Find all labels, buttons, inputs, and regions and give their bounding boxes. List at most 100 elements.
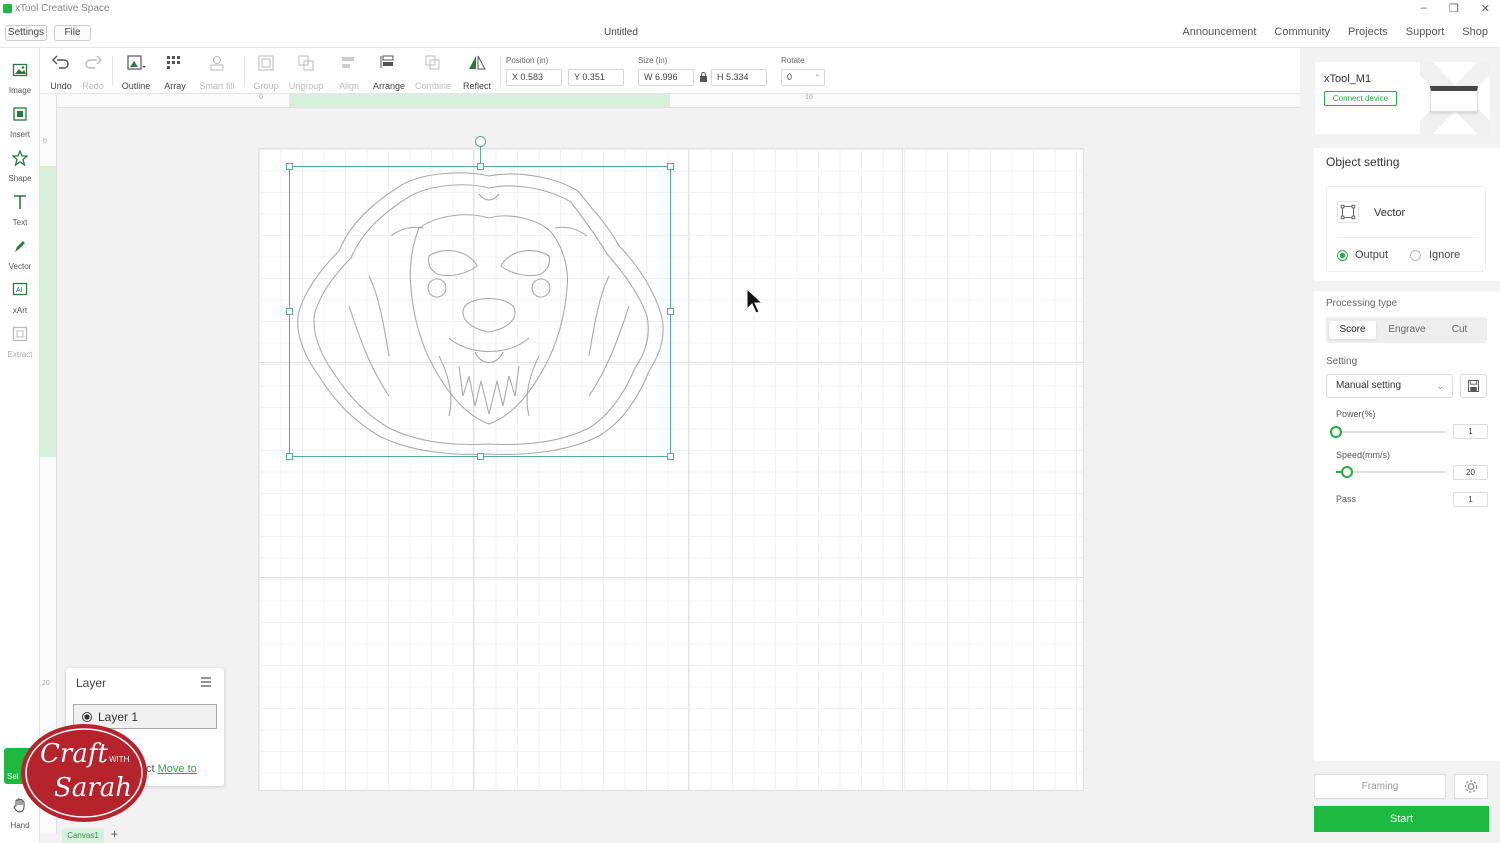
extract-tool-label: Extract <box>7 350 33 359</box>
position-x-input[interactable]: X 0.583 <box>506 69 562 86</box>
group-label: Group <box>253 81 279 91</box>
undo-button[interactable]: Undo <box>48 54 74 94</box>
group-button[interactable]: Group <box>252 54 280 94</box>
support-link[interactable]: Support <box>1406 26 1445 38</box>
power-slider-knob[interactable] <box>1330 426 1342 438</box>
resize-handle-bottom-left[interactable] <box>286 453 293 460</box>
community-link[interactable]: Community <box>1274 26 1330 38</box>
minimize-icon[interactable]: – <box>1421 2 1427 15</box>
processing-cut-option[interactable]: Cut <box>1436 321 1483 339</box>
combine-label: Combine <box>414 81 452 91</box>
setting-dropdown[interactable]: Manual setting ⌄ <box>1326 374 1453 398</box>
move-to-link[interactable]: Move to <box>158 763 197 775</box>
canvas-area[interactable] <box>57 108 1300 826</box>
resize-handle-bottom[interactable] <box>477 453 484 460</box>
arrange-button[interactable]: Arrange <box>372 54 406 94</box>
object-type-card: Vector Output Ignore <box>1326 186 1486 272</box>
object-setting-panel: Object setting Vector Output Ignore Proc… <box>1314 148 1500 761</box>
close-icon[interactable]: ✕ <box>1481 2 1490 15</box>
canvas-tab-bar: Canvas1 + <box>57 826 1300 843</box>
app-logo-icon <box>3 4 12 13</box>
selection-box[interactable] <box>289 166 671 457</box>
smart-fill-icon <box>210 56 224 71</box>
array-button[interactable]: Array <box>160 54 190 94</box>
ungroup-label: Ungroup <box>288 81 324 91</box>
reflect-button[interactable]: Reflect <box>460 54 494 94</box>
align-button[interactable]: Align <box>336 54 362 94</box>
file-menu-button[interactable]: File <box>54 25 91 41</box>
resize-handle-top-left[interactable] <box>286 163 293 170</box>
ruler-selection-highlight <box>40 166 56 457</box>
speed-slider[interactable] <box>1336 466 1446 478</box>
power-slider[interactable] <box>1330 426 1446 438</box>
size-label: Size (in) <box>638 56 668 65</box>
align-label: Align <box>338 81 359 91</box>
rotate-handle[interactable] <box>475 136 486 147</box>
framing-button[interactable]: Framing <box>1314 774 1446 799</box>
shop-link[interactable]: Shop <box>1462 26 1488 38</box>
pass-label: Pass <box>1336 494 1357 504</box>
redo-button[interactable]: Redo <box>80 54 106 94</box>
settings-menu-button[interactable]: Settings <box>5 25 47 41</box>
speed-label: Speed(mm/s) <box>1336 450 1391 460</box>
combine-icon <box>425 55 440 70</box>
width-input[interactable]: W 6.996 <box>638 69 694 86</box>
group-icon <box>258 55 274 71</box>
tab-canvas1[interactable]: Canvas1 <box>62 829 104 843</box>
vector-tool[interactable]: Vector <box>0 232 40 272</box>
projects-link[interactable]: Projects <box>1348 26 1388 38</box>
speed-input[interactable]: 20 <box>1453 465 1488 480</box>
pass-input[interactable]: 1 <box>1453 492 1488 507</box>
device-card: xTool_M1 Connect device <box>1315 62 1490 134</box>
ignore-radio[interactable] <box>1410 250 1421 261</box>
position-y-input[interactable]: Y 0.351 <box>568 69 624 86</box>
start-button[interactable]: Start <box>1314 806 1489 832</box>
output-radio[interactable] <box>1337 250 1348 261</box>
insert-tool[interactable]: Insert <box>0 100 40 140</box>
processing-engrave-option[interactable]: Engrave <box>1381 321 1433 339</box>
resize-handle-bottom-right[interactable] <box>667 453 674 460</box>
combine-button[interactable]: Combine <box>414 54 452 94</box>
speed-slider-knob[interactable] <box>1341 466 1353 478</box>
extract-tool[interactable]: Extract <box>0 320 40 360</box>
power-input[interactable]: 1 <box>1453 424 1488 439</box>
chevron-down-icon: ⌄ <box>1436 381 1444 391</box>
rotate-input[interactable]: 0 ° <box>781 69 825 86</box>
smart-fill-button[interactable]: Smart fill <box>198 54 236 94</box>
connect-device-button[interactable]: Connect device <box>1324 91 1397 106</box>
ungroup-button[interactable]: Ungroup <box>288 54 324 94</box>
arrange-label: Arrange <box>372 81 406 91</box>
image-tool[interactable]: Image <box>0 56 40 96</box>
position-label: Position (in) <box>506 56 549 65</box>
processing-score-option[interactable]: Score <box>1329 321 1376 339</box>
align-icon <box>342 57 354 68</box>
announcement-link[interactable]: Announcement <box>1182 26 1256 38</box>
array-label: Array <box>164 81 186 91</box>
shape-tool[interactable]: Shape <box>0 144 40 184</box>
xart-tool[interactable]: AI xArt <box>0 276 40 316</box>
lock-ratio-icon[interactable] <box>699 72 708 82</box>
arrange-icon <box>380 55 394 68</box>
setting-value: Manual setting <box>1336 380 1402 391</box>
height-input[interactable]: H 5.334 <box>711 69 767 86</box>
restore-icon[interactable]: ❐ <box>1449 2 1459 15</box>
ruler-tick-label: 0 <box>43 138 47 145</box>
resize-handle-top[interactable] <box>477 163 484 170</box>
gear-icon[interactable] <box>1454 774 1488 799</box>
rotate-label: Rotate <box>781 56 805 65</box>
outline-button[interactable]: Outline <box>120 54 152 94</box>
resize-handle-top-right[interactable] <box>667 163 674 170</box>
resize-handle-right[interactable] <box>667 308 674 315</box>
smart-fill-label: Smart fill <box>199 81 235 91</box>
save-setting-icon[interactable] <box>1460 374 1487 398</box>
layer-menu-icon[interactable] <box>200 676 212 688</box>
setting-label: Setting <box>1326 356 1358 367</box>
text-tool[interactable]: Text <box>0 188 40 228</box>
shape-tool-label: Shape <box>8 174 32 183</box>
add-canvas-button[interactable]: + <box>111 827 118 841</box>
resize-handle-left[interactable] <box>286 308 293 315</box>
toolbar-divider <box>244 56 245 86</box>
ruler-tick-label: 0 <box>259 94 263 101</box>
window-controls: – ❐ ✕ <box>1421 2 1490 15</box>
layer-visibility-radio[interactable] <box>82 712 92 722</box>
